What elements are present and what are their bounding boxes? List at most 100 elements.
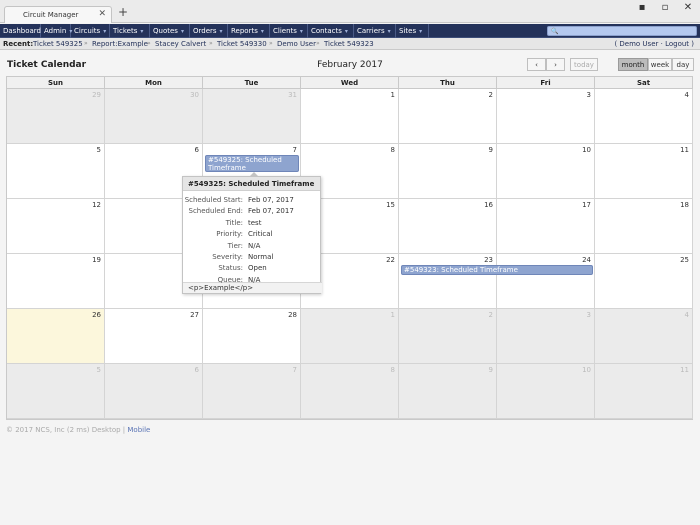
calendar-day[interactable]: 17 [497,199,595,254]
day-number: 10 [582,366,591,374]
recent-separator: » [84,40,88,47]
calendar-day[interactable]: 1 [301,89,399,144]
calendar-day[interactable]: 1 [301,309,399,364]
day-of-week-header: Wed [301,77,399,89]
recent-link[interactable]: Stacey Calvert [155,38,206,50]
recent-link[interactable]: Demo User [277,38,316,50]
calendar-day[interactable]: 5 [7,144,105,199]
menu-item-dashboard[interactable]: Dashboard [0,24,41,38]
calendar-day[interactable]: 11 [595,364,693,419]
day-number: 17 [582,201,591,209]
calendar-day[interactable]: 3 [497,309,595,364]
calendar-day[interactable]: 30 [105,89,203,144]
close-window-icon[interactable]: ✕ [682,2,694,13]
menu-item-carriers[interactable]: Carriers ▾ [354,24,396,38]
calendar-day[interactable]: 11 [595,144,693,199]
calendar-day[interactable]: 4 [595,309,693,364]
popover-field-label: Priority: [216,230,243,239]
user-links[interactable]: ( Demo User · Logout ) [614,38,694,50]
menu-item-admin[interactable]: Admin ▾ [41,24,72,38]
calendar-day[interactable]: 23 [399,254,497,309]
calendar-day[interactable]: 9 [399,364,497,419]
day-number: 4 [684,311,689,319]
calendar-day[interactable]: 10 [497,364,595,419]
day-number: 16 [484,201,493,209]
calendar-event[interactable]: #549323: Scheduled Timeframe [401,265,593,275]
popover-field-label: Status: [218,264,243,273]
calendar-day[interactable]: 2 [399,309,497,364]
calendar-day[interactable]: 8 [301,364,399,419]
recent-link[interactable]: Ticket 549330 [217,38,267,50]
calendar-event[interactable]: #549325: Scheduled Timeframe [205,155,299,172]
minimize-icon[interactable]: ▪ [636,2,648,13]
day-number: 1 [390,311,395,319]
recent-link[interactable]: Ticket 549325 [33,38,83,50]
popover-field-value: test [248,218,262,227]
tab-close-icon[interactable]: ✕ [98,9,106,19]
menu-item-circuits[interactable]: Circuits ▾ [71,24,110,38]
menu-item-reports[interactable]: Reports ▾ [228,24,270,38]
menu-item-tickets[interactable]: Tickets ▾ [110,24,150,38]
calendar-day[interactable]: 2 [399,89,497,144]
prev-month-button[interactable]: ‹ [527,58,546,71]
month-view-button[interactable]: month [618,58,648,71]
recent-separator: » [209,40,213,47]
menu-item-label: Sites [399,27,417,35]
calendar-day[interactable]: 28 [203,309,301,364]
calendar-day[interactable]: 16 [399,199,497,254]
calendar-day[interactable]: 7 [203,364,301,419]
chevron-down-icon: ▾ [260,28,264,35]
day-number: 10 [582,146,591,154]
day-number: 6 [194,146,199,154]
search-input[interactable]: 🔍 [547,26,697,36]
calendar-day[interactable]: 18 [595,199,693,254]
popover-field-value: N/A [248,241,261,250]
popover-field-label: Severity: [212,253,243,261]
calendar-day[interactable]: 6 [105,364,203,419]
menu-item-clients[interactable]: Clients ▾ [270,24,308,38]
popover-row: Priority: Critical [183,229,322,239]
calendar-day[interactable]: 25 [595,254,693,309]
new-tab-icon[interactable]: + [118,6,128,18]
calendar-day[interactable]: 9 [399,144,497,199]
calendar-day[interactable]: 19 [7,254,105,309]
popover-field-value: Open [248,264,267,273]
menu-item-label: Carriers [357,27,385,35]
calendar-day[interactable]: 29 [7,89,105,144]
calendar-day[interactable]: 12 [7,199,105,254]
calendar-day[interactable]: 5 [7,364,105,419]
calendar-day-today[interactable]: 26 [7,309,105,364]
calendar-day[interactable]: 27 [105,309,203,364]
popover-row: Scheduled Start: Feb 07, 2017 [183,195,322,205]
today-button[interactable]: today [570,58,598,71]
day-number: 6 [194,366,199,374]
calendar-day[interactable]: 3 [497,89,595,144]
day-number: 11 [680,366,689,374]
recent-link[interactable]: Report:Example [92,38,148,50]
week-view-button[interactable]: week [648,58,672,71]
calendar-day[interactable]: 24 [497,254,595,309]
day-number: 3 [586,91,591,99]
day-number: 8 [390,146,395,154]
menu-item-sites[interactable]: Sites ▾ [396,24,429,38]
day-number: 25 [680,256,689,264]
day-number: 7 [292,366,297,374]
day-view-button[interactable]: day [672,58,694,71]
menu-item-quotes[interactable]: Quotes ▾ [150,24,190,38]
chevron-down-icon: ▾ [344,28,348,35]
window-titlebar: Circuit Manager ✕ + ▪ ▫ ✕ [0,0,700,23]
menu-item-orders[interactable]: Orders ▾ [190,24,228,38]
menu-item-contacts[interactable]: Contacts ▾ [308,24,354,38]
calendar-day[interactable]: 10 [497,144,595,199]
mobile-link[interactable]: Mobile [127,426,150,434]
maximize-icon[interactable]: ▫ [659,2,671,13]
popover-field-value: Critical [248,230,273,239]
day-number: 29 [92,91,101,99]
popover-title: #549325: Scheduled Timeframe [183,177,320,191]
day-number: 2 [488,91,493,99]
recent-link[interactable]: Ticket 549323 [324,38,374,50]
calendar-day[interactable]: 31 [203,89,301,144]
next-month-button[interactable]: › [546,58,565,71]
calendar-day[interactable]: 4 [595,89,693,144]
browser-tab[interactable]: Circuit Manager ✕ [4,6,112,23]
